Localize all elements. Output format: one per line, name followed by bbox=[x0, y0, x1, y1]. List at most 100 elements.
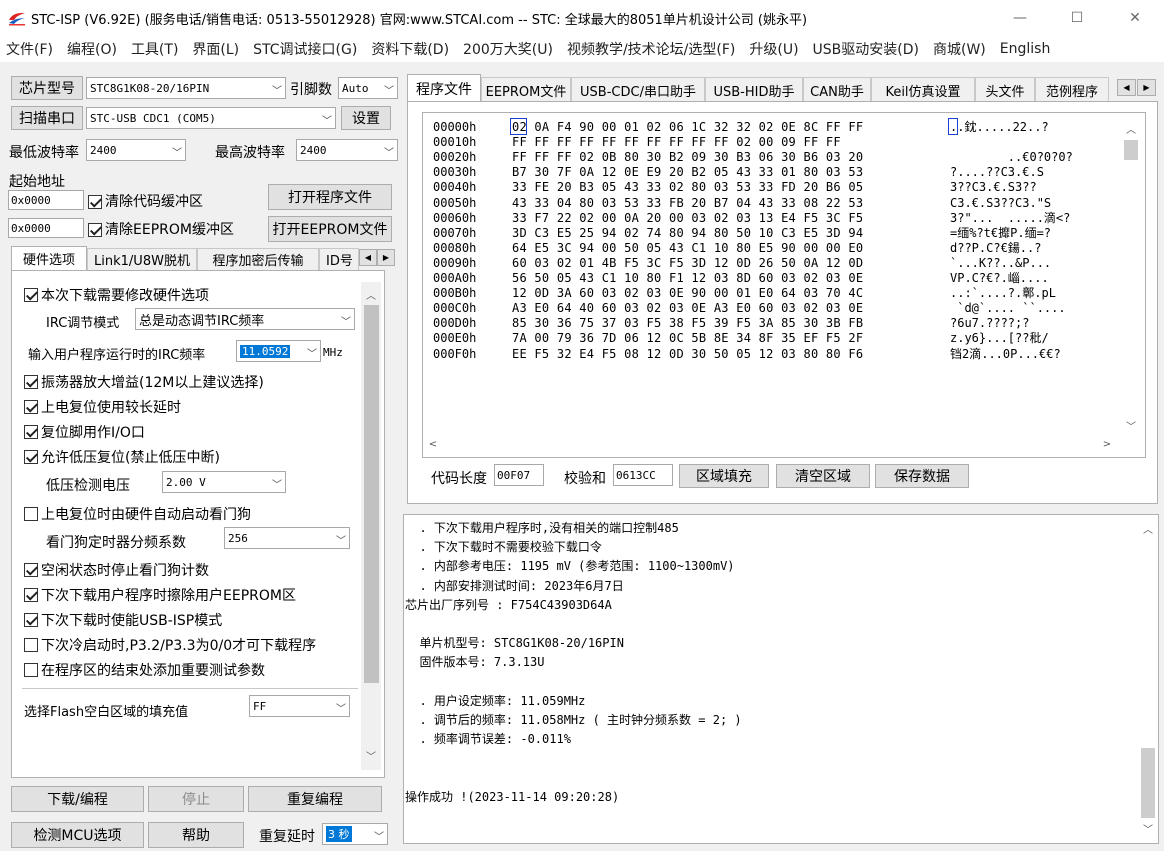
open-program-file-button[interactable]: 打开程序文件 bbox=[268, 184, 392, 210]
long-delay-checkbox[interactable]: 上电复位使用较长延时 bbox=[24, 397, 181, 417]
hex-bytes[interactable]: 33 FE 20 B3 05 43 33 02 80 03 53 33 FD 2… bbox=[512, 180, 863, 195]
hex-ascii[interactable]: `d@`.... ``.... bbox=[950, 301, 1065, 316]
tab-scroll-right-icon[interactable]: ▶ bbox=[1137, 79, 1156, 96]
settings-button[interactable]: 设置 bbox=[341, 106, 391, 130]
usb-isp-checkbox[interactable]: 下次下载时使能USB-ISP模式 bbox=[24, 610, 222, 630]
detect-mcu-options-button[interactable]: 检测MCU选项 bbox=[11, 822, 144, 848]
hex-bytes[interactable]: 7A 00 79 36 7D 06 12 0C 5B 8E 34 8F 35 E… bbox=[512, 331, 863, 346]
test-params-checkbox[interactable]: 在程序区的结束处添加重要测试参数 bbox=[24, 660, 265, 680]
menu-file[interactable]: 文件(F) bbox=[0, 39, 60, 59]
scroll-up-icon[interactable]: ︿ bbox=[1122, 118, 1140, 138]
download-program-button[interactable]: 下载/编程 bbox=[11, 786, 144, 812]
port-select[interactable]: STC-USB CDC1 (COM5) ﹀ bbox=[86, 107, 336, 129]
pin-count-select[interactable]: Auto ﹀ bbox=[338, 77, 398, 99]
tab-keil-sim[interactable]: Keil仿真设置 bbox=[871, 77, 975, 102]
tab-can[interactable]: CAN助手 bbox=[803, 77, 871, 102]
hex-ascii[interactable]: 3??C3.€.S3?? bbox=[950, 180, 1037, 195]
chip-type-button[interactable]: 芯片型号 bbox=[11, 76, 83, 100]
menu-video[interactable]: 视频教学/技术论坛/选型(F) bbox=[560, 39, 742, 59]
open-eeprom-file-button[interactable]: 打开EEPROM文件 bbox=[268, 216, 392, 242]
help-button[interactable]: 帮助 bbox=[148, 822, 244, 848]
chip-type-select[interactable]: STC8G1K08-20/16PIN ﹀ bbox=[86, 77, 286, 99]
hex-ascii[interactable]: 3?"... .....滴<? bbox=[950, 211, 1070, 226]
hex-bytes[interactable]: B7 30 7F 0A 12 0E E9 20 B2 05 43 33 01 8… bbox=[512, 165, 863, 180]
menu-debug-interface[interactable]: STC调试接口(G) bbox=[246, 39, 364, 59]
tab-usb-cdc-serial[interactable]: USB-CDC/串口助手 bbox=[571, 77, 705, 102]
reset-pin-io-checkbox[interactable]: 复位脚用作I/O口 bbox=[24, 422, 145, 442]
minimize-button[interactable]: — bbox=[997, 0, 1043, 36]
hex-bytes[interactable]: EE F5 32 E4 F5 08 12 0D 30 50 05 12 03 8… bbox=[512, 347, 863, 362]
hex-bytes[interactable]: FF FF FF 02 0B 80 30 B2 09 30 B3 06 30 B… bbox=[512, 150, 863, 165]
hex-ascii[interactable]: ?6u7.????;? bbox=[950, 316, 1029, 331]
tab-encrypted-transfer[interactable]: 程序加密后传输 bbox=[197, 248, 319, 270]
menu-usb-driver[interactable]: USB驱动安装(D) bbox=[806, 39, 926, 59]
repeat-program-button[interactable]: 重复编程 bbox=[248, 786, 382, 812]
hex-ascii[interactable]: ..鈂.....22..? bbox=[950, 120, 1049, 135]
scroll-down-icon[interactable]: ﹀ bbox=[1122, 415, 1140, 435]
menu-tools[interactable]: 工具(T) bbox=[124, 39, 185, 59]
scan-port-button[interactable]: 扫描串口 bbox=[11, 106, 83, 130]
tab-header-file[interactable]: 头文件 bbox=[975, 77, 1035, 102]
log-scrollbar-thumb[interactable] bbox=[1141, 748, 1155, 818]
tab-eeprom-file[interactable]: EEPROM文件 bbox=[481, 77, 571, 102]
tab-scroll-left-icon[interactable]: ◀ bbox=[359, 249, 377, 266]
scroll-down-icon[interactable]: ﹀ bbox=[361, 745, 381, 765]
wdt-auto-checkbox[interactable]: 上电复位时由硬件自动启动看门狗 bbox=[24, 504, 251, 524]
stop-button[interactable]: 停止 bbox=[148, 786, 244, 812]
hex-bytes[interactable]: 43 33 04 80 03 53 33 FB 20 B7 04 43 33 0… bbox=[512, 196, 863, 211]
hex-bytes[interactable]: 85 30 36 75 37 03 F5 38 F5 39 F5 3A 85 3… bbox=[512, 316, 863, 331]
erase-eeprom-checkbox[interactable]: 下次下载用户程序时擦除用户EEPROM区 bbox=[24, 585, 296, 605]
options-scrollbar-thumb[interactable] bbox=[364, 305, 379, 683]
hex-bytes[interactable]: A3 E0 64 40 60 03 02 03 0E A3 E0 60 03 0… bbox=[512, 301, 863, 316]
close-button[interactable]: ✕ bbox=[1112, 0, 1158, 36]
menu-upgrade[interactable]: 升级(U) bbox=[742, 39, 805, 59]
scroll-right-icon[interactable]: > bbox=[1098, 436, 1116, 452]
menu-shop[interactable]: 商城(W) bbox=[926, 39, 993, 59]
hex-bytes[interactable]: 60 03 02 01 4B F5 3C F5 3D 12 0D 26 50 0… bbox=[512, 256, 863, 271]
hex-ascii[interactable]: `...K??..&P... bbox=[950, 256, 1051, 271]
tab-program-file[interactable]: 程序文件 bbox=[407, 74, 481, 102]
hex-ascii[interactable]: 铛2滴...0P...€€? bbox=[950, 347, 1061, 362]
menu-prize[interactable]: 200万大奖(U) bbox=[456, 39, 560, 59]
menu-english[interactable]: English bbox=[993, 41, 1058, 57]
hex-bytes[interactable]: 56 50 05 43 C1 10 80 F1 12 03 8D 60 03 0… bbox=[512, 271, 863, 286]
clear-eeprom-checkbox[interactable]: 清除EEPROM缓冲区 bbox=[88, 219, 234, 239]
max-baud-select[interactable]: 2400 ﹀ bbox=[296, 139, 398, 161]
scroll-down-icon[interactable]: ﹀ bbox=[1139, 818, 1157, 838]
scroll-up-icon[interactable]: ︿ bbox=[361, 284, 381, 304]
min-baud-select[interactable]: 2400 ﹀ bbox=[86, 139, 186, 161]
fill-value-select[interactable]: FF ﹀ bbox=[249, 695, 350, 717]
osc-gain-checkbox[interactable]: 振荡器放大增益(12M以上建议选择) bbox=[24, 372, 264, 392]
hex-bytes[interactable]: 12 0D 3A 60 03 02 03 0E 90 00 01 E0 64 0… bbox=[512, 286, 863, 301]
menu-downloads[interactable]: 资料下载(D) bbox=[364, 39, 456, 59]
eeprom-address-input[interactable]: 0x0000 bbox=[8, 218, 84, 238]
hex-bytes[interactable]: 64 E5 3C 94 00 50 05 43 C1 10 80 E5 90 0… bbox=[512, 241, 863, 256]
hex-ascii[interactable]: ?....??C3.€.S bbox=[950, 165, 1044, 180]
idle-wdt-stop-checkbox[interactable]: 空闲状态时停止看门狗计数 bbox=[24, 560, 209, 580]
save-data-button[interactable]: 保存数据 bbox=[875, 464, 969, 488]
menu-program[interactable]: 编程(O) bbox=[60, 39, 124, 59]
tab-link1-offline[interactable]: Link1/U8W脱机 bbox=[87, 248, 197, 270]
maximize-button[interactable]: ☐ bbox=[1054, 0, 1100, 36]
hex-bytes[interactable]: 33 F7 22 02 00 0A 20 00 03 02 03 13 E4 F… bbox=[512, 211, 863, 226]
modify-hw-checkbox[interactable]: 本次下载需要修改硬件选项 bbox=[24, 285, 209, 305]
hex-ascii[interactable]: ..:`....?.鄣.pL bbox=[950, 286, 1056, 301]
irc-frequency-select[interactable]: 11.0592 ﹀ bbox=[236, 340, 321, 362]
hex-ascii[interactable]: VP.C?€?.崰.... bbox=[950, 271, 1049, 286]
lvd-reset-checkbox[interactable]: 允许低压复位(禁止低压中断) bbox=[24, 447, 220, 467]
cold-boot-checkbox[interactable]: 下次冷启动时,P3.2/P3.3为0/0才可下载程序 bbox=[24, 635, 316, 655]
hex-ascii[interactable]: ..€0?0?0? bbox=[950, 150, 1073, 165]
hex-bytes[interactable]: 02 0A F4 90 00 01 02 06 1C 32 32 02 0E 8… bbox=[512, 120, 863, 135]
hex-bytes[interactable]: FF FF FF FF FF FF FF FF FF FF 02 00 09 F… bbox=[512, 135, 841, 150]
lvd-voltage-select[interactable]: 2.00 V ﹀ bbox=[162, 471, 286, 493]
repeat-delay-select[interactable]: 3 秒 ﹀ bbox=[322, 823, 388, 845]
hex-bytes[interactable]: 3D C3 E5 25 94 02 74 80 94 80 50 10 C3 E… bbox=[512, 226, 863, 241]
hex-ascii[interactable]: =缅%?t€攠P.缅=? bbox=[950, 226, 1051, 241]
menu-interface[interactable]: 界面(L) bbox=[185, 39, 246, 59]
hex-ascii[interactable]: C3.€.S3??C3."S bbox=[950, 196, 1051, 211]
tab-example-programs[interactable]: 范例程序 bbox=[1035, 77, 1109, 102]
tab-usb-hid[interactable]: USB-HID助手 bbox=[705, 77, 803, 102]
hex-scrollbar-thumb[interactable] bbox=[1124, 140, 1138, 160]
scroll-up-icon[interactable]: ︿ bbox=[1139, 518, 1157, 538]
tab-id-number[interactable]: ID号 bbox=[319, 248, 359, 270]
